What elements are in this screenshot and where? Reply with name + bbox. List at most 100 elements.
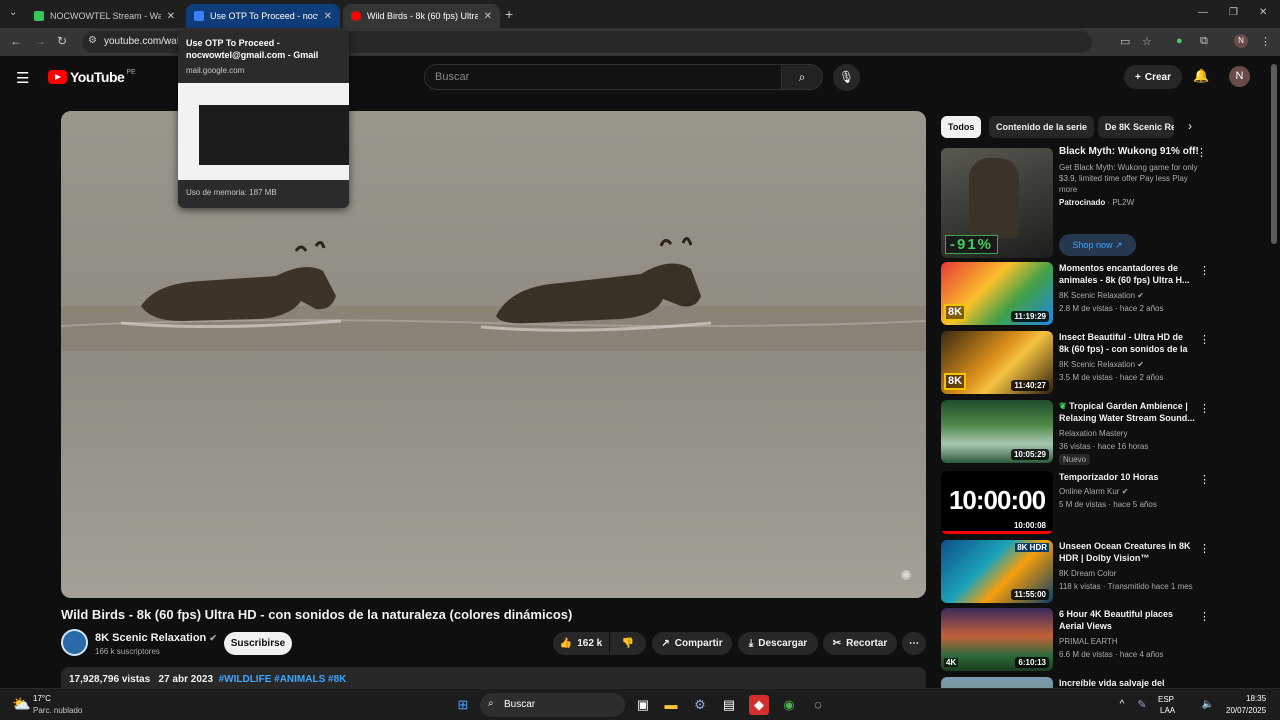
bookmark-star-icon[interactable]: ☆ bbox=[1142, 35, 1152, 48]
more-actions-button[interactable]: ⋯ bbox=[902, 632, 926, 655]
taskbar-search[interactable]: ⌕ Buscar bbox=[480, 693, 625, 717]
tab-title: NOCWOWTEL Stream - Watch I bbox=[50, 11, 161, 21]
ad-title[interactable]: Black Myth: Wukong 91% off! bbox=[1059, 146, 1199, 157]
page-scrollbar[interactable] bbox=[1271, 64, 1277, 244]
search-input[interactable]: Buscar bbox=[424, 64, 782, 90]
share-button[interactable]: ↗ Compartir bbox=[652, 632, 732, 655]
channel-name[interactable]: 8K Scenic Relaxation ✔ bbox=[95, 632, 217, 644]
related-title: Increíble vida salvaje del Parque bbox=[1059, 678, 1165, 688]
chevron-right-icon[interactable]: › bbox=[1188, 119, 1192, 133]
video-duration: 11:19:29 bbox=[1011, 311, 1049, 322]
video-title: Wild Birds - 8k (60 fps) Ultra HD - con … bbox=[61, 607, 573, 622]
clock-time[interactable]: 18:35 bbox=[1246, 694, 1266, 703]
forward-icon[interactable]: → bbox=[34, 34, 46, 48]
more-vert-icon[interactable]: ⋮ bbox=[1199, 473, 1210, 486]
more-vert-icon[interactable]: ⋮ bbox=[1199, 264, 1210, 277]
related-video[interactable]: 10:05:29 ❦ Tropical Garden Ambience | Re… bbox=[941, 400, 1211, 465]
related-channel-name: Online Alarm Kur bbox=[1059, 487, 1120, 496]
settings-gear-icon[interactable]: ⚙ bbox=[690, 695, 710, 715]
dislike-button[interactable]: 👎 bbox=[610, 632, 646, 655]
chip-all[interactable]: Todos bbox=[941, 116, 982, 138]
tab-youtube[interactable]: Wild Birds - 8k (60 fps) Ultra HD ✕ bbox=[343, 4, 500, 28]
back-icon[interactable]: ← bbox=[10, 34, 22, 48]
weather-condition[interactable]: Parc. nublado bbox=[33, 706, 82, 715]
related-channel: 8K Scenic Relaxation ✔ bbox=[1059, 291, 1144, 300]
terminal-icon[interactable]: ▤ bbox=[719, 695, 739, 715]
task-view-icon[interactable]: ▣ bbox=[633, 695, 653, 715]
new-badge: Nuevo bbox=[1059, 454, 1091, 465]
shop-now-button[interactable]: Shop now ↗ bbox=[1059, 234, 1136, 256]
related-video[interactable]: 8K HDR 11:55:00 Unseen Ocean Creatures i… bbox=[941, 540, 1211, 604]
speaker-icon[interactable]: 🔈 bbox=[1198, 695, 1218, 715]
language-indicator[interactable]: ESP bbox=[1158, 695, 1174, 704]
more-vert-icon[interactable]: ⋮ bbox=[1199, 542, 1210, 555]
chip-series-content[interactable]: Contenido de la serie bbox=[989, 116, 1095, 138]
tab-search-icon[interactable]: ⌄ bbox=[9, 7, 17, 18]
channel-avatar[interactable] bbox=[61, 629, 88, 656]
video-duration: 6:10:13 bbox=[1015, 657, 1049, 668]
hashtags[interactable]: #WILDLIFE #ANIMALS #8K bbox=[219, 674, 347, 685]
site-info-icon[interactable]: ⚙ bbox=[88, 35, 97, 46]
keyboard-layout[interactable]: LAA bbox=[1160, 706, 1175, 715]
clock-date[interactable]: 20/07/2025 bbox=[1226, 706, 1266, 715]
weather-temperature[interactable]: 17°C bbox=[33, 694, 51, 703]
youtube-logo[interactable]: YouTube PE bbox=[48, 69, 136, 85]
app-circle-icon[interactable]: ◌ bbox=[808, 695, 828, 715]
related-video[interactable]: 8K 11:40:27 Insect Beautiful - Ultra HD … bbox=[941, 331, 1211, 395]
ad-thumbnail[interactable]: -91% bbox=[941, 148, 1053, 258]
ad-more-icon[interactable]: ⋮ bbox=[1196, 146, 1207, 159]
notifications-bell-icon[interactable]: 🔔 bbox=[1193, 68, 1209, 84]
like-button[interactable]: 👍 162 k bbox=[553, 632, 609, 655]
related-video[interactable]: 4K 6:10:13 6 Hour 4K Beautiful places Ae… bbox=[941, 608, 1211, 672]
weather-cloud-icon[interactable]: ⛅ bbox=[12, 695, 31, 713]
hovercard-title: Use OTP To Proceed - nocwowtel@gmail.com… bbox=[186, 38, 319, 60]
close-tab-icon[interactable]: ✕ bbox=[484, 11, 492, 22]
create-button[interactable]: + Crear bbox=[1124, 65, 1182, 89]
account-avatar[interactable]: N bbox=[1229, 66, 1250, 87]
close-tab-icon[interactable]: ✕ bbox=[324, 11, 332, 22]
related-title: ❦ Tropical Garden Ambience | Relaxing Wa… bbox=[1059, 400, 1195, 424]
cast-icon[interactable]: ▭ bbox=[1120, 35, 1130, 48]
tray-chevron-icon[interactable]: ^ bbox=[1112, 695, 1132, 715]
favicon-icon bbox=[34, 11, 44, 21]
download-button[interactable]: ⤓ Descargar bbox=[738, 632, 818, 655]
taskbar-search-label: Buscar bbox=[504, 699, 536, 710]
browser-profile-avatar[interactable]: N bbox=[1234, 34, 1248, 48]
minimize-icon[interactable]: — bbox=[1198, 7, 1208, 18]
close-tab-icon[interactable]: ✕ bbox=[167, 11, 175, 22]
reload-icon[interactable]: ↻ bbox=[57, 34, 67, 48]
maximize-icon[interactable]: ❐ bbox=[1229, 7, 1238, 18]
extensions-puzzle-icon[interactable]: ⧉ bbox=[1200, 35, 1208, 48]
chrome-icon[interactable]: ◉ bbox=[779, 695, 799, 715]
chip-from-channel[interactable]: De 8K Scenic Re bbox=[1098, 116, 1174, 138]
hovercard-preview-content bbox=[199, 105, 349, 165]
subscribe-button[interactable]: Suscribirse bbox=[224, 632, 292, 655]
related-video[interactable]: Increíble vida salvaje del Parque bbox=[941, 677, 1211, 688]
app-red-icon[interactable]: ◆ bbox=[749, 695, 769, 715]
search-button[interactable]: ⌕ bbox=[781, 64, 823, 90]
tray-pen-icon[interactable]: ✎ bbox=[1132, 695, 1152, 715]
more-vert-icon[interactable]: ⋮ bbox=[1199, 333, 1210, 346]
windows-start-icon[interactable]: ⊞ bbox=[453, 695, 473, 715]
menu-icon[interactable]: ☰ bbox=[16, 69, 29, 87]
related-video[interactable]: 10:00:00 10:00:08 Temporizador 10 Horas … bbox=[941, 471, 1211, 535]
channel-watermark-icon[interactable]: ✺ bbox=[900, 567, 912, 584]
new-tab-button[interactable]: + bbox=[505, 6, 513, 22]
voice-search-button[interactable]: 🎙 bbox=[833, 64, 860, 91]
file-explorer-icon[interactable]: ▬ bbox=[661, 695, 681, 715]
description-meta: 17,928,796 vistas 27 abr 2023 #WILDLIFE … bbox=[69, 674, 346, 685]
video-thumbnail: 8K 11:40:27 bbox=[941, 331, 1053, 394]
extension-icon[interactable]: ● bbox=[1176, 35, 1183, 47]
related-video[interactable]: 8K 11:19:29 Momentos encantadores de ani… bbox=[941, 262, 1211, 326]
tab-gmail-otp[interactable]: Use OTP To Proceed - nocwowt ✕ bbox=[186, 4, 340, 28]
tab-nocwowtel[interactable]: NOCWOWTEL Stream - Watch I ✕ bbox=[26, 4, 183, 28]
close-window-icon[interactable]: ✕ bbox=[1259, 7, 1267, 18]
video-thumbnail: 10:05:29 bbox=[941, 400, 1053, 463]
more-vert-icon[interactable]: ⋮ bbox=[1199, 610, 1210, 623]
favicon-icon bbox=[351, 11, 361, 21]
browser-menu-icon[interactable]: ⋮ bbox=[1260, 35, 1271, 48]
clip-button[interactable]: ✂ Recortar bbox=[823, 632, 897, 655]
more-vert-icon[interactable]: ⋮ bbox=[1199, 402, 1210, 415]
video-thumbnail: 8K HDR 11:55:00 bbox=[941, 540, 1053, 603]
tab-hover-card: Use OTP To Proceed - nocwowtel@gmail.com… bbox=[178, 30, 349, 208]
